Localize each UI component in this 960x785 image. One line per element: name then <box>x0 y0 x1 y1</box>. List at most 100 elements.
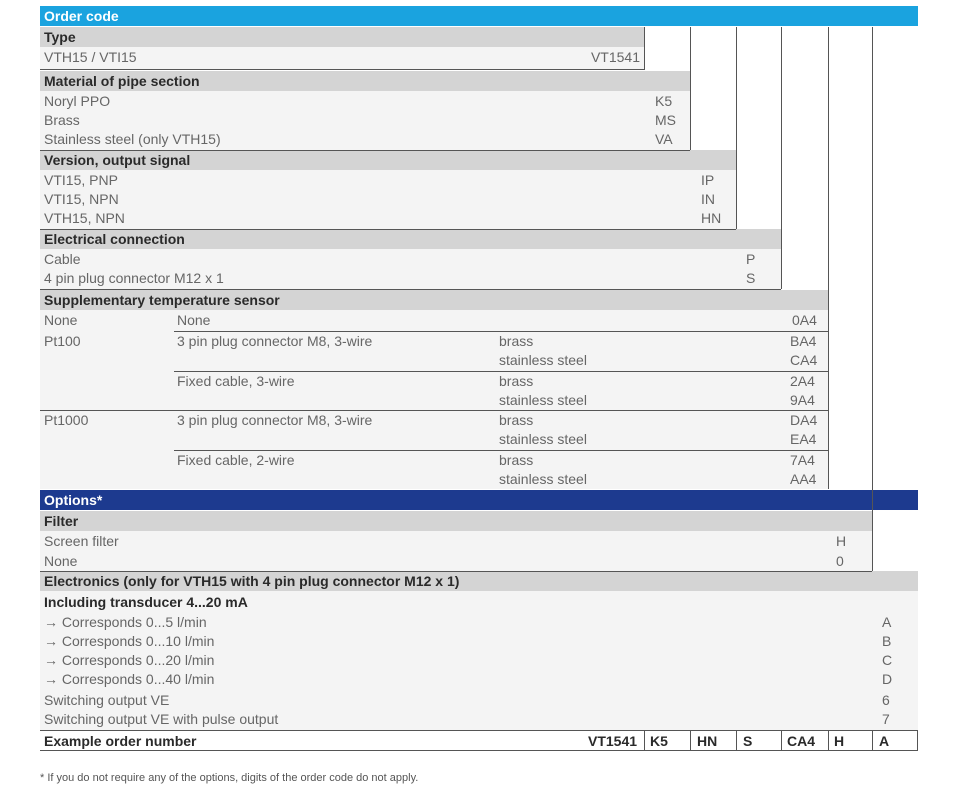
electronics-code-1: A <box>882 614 892 630</box>
version-area <box>40 170 736 229</box>
col-line-electrical <box>781 27 782 289</box>
col-line-electronics <box>917 730 918 750</box>
col-line-temp <box>828 27 829 489</box>
electronics-code-5: 6 <box>882 692 890 708</box>
pt1000-plug-connection: 3 pin plug connector M8, 3-wire <box>177 412 373 428</box>
col-line-filter <box>872 27 873 571</box>
electronics-code-4: D <box>882 671 893 687</box>
rule-example-top <box>40 730 918 731</box>
temp-none-sensor: None <box>44 312 78 328</box>
filter-section-header: Filter <box>40 511 872 531</box>
example-label: Example order number <box>44 733 197 749</box>
material-code-2: MS <box>655 112 676 128</box>
material-section-header: Material of pipe section <box>40 71 690 91</box>
pt1000-cable-code-1: 7A4 <box>790 452 815 468</box>
example-code-type: VT1541 <box>588 733 638 749</box>
version-label-3: VTH15, NPN <box>44 210 125 226</box>
pt1000-plug-code-2: EA4 <box>790 431 817 447</box>
col-line-type-ex <box>644 730 645 750</box>
pt100-cable-material-2: stainless steel <box>499 392 587 408</box>
filter-label-2: None <box>44 553 78 569</box>
col-line-version-ex <box>736 730 737 750</box>
electrical-section-header: Electrical connection <box>40 229 781 249</box>
rule-pt1000-plug-bottom <box>174 450 828 451</box>
pt1000-plug-code-1: DA4 <box>790 412 818 428</box>
version-label-1: VTI15, PNP <box>44 172 118 188</box>
temp-none-connection: None <box>177 312 211 328</box>
rule-version-bottom <box>40 229 736 230</box>
electronics-label-6: Switching output VE with pulse output <box>44 711 279 727</box>
pt1000-sensor: Pt1000 <box>44 412 89 428</box>
example-code-material: K5 <box>650 733 668 749</box>
options-header: Options* <box>40 490 918 510</box>
order-code-header: Order code <box>40 6 918 26</box>
example-code-electronics: A <box>879 733 890 749</box>
pt1000-plug-material-2: stainless steel <box>499 431 587 447</box>
col-line-material-ex <box>690 730 691 750</box>
electronics-subtitle: Including transducer 4...20 mA <box>44 594 248 610</box>
pt1000-cable-code-2: AA4 <box>790 471 817 487</box>
material-code-1: K5 <box>655 93 673 109</box>
footnote: * If you do not require any of the optio… <box>40 772 419 784</box>
electronics-label-5: Switching output VE <box>44 692 170 708</box>
pt100-plug-material-1: brass <box>499 333 534 349</box>
electronics-section-header: Electronics (only for VTH15 with 4 pin p… <box>40 571 918 591</box>
pt100-sensor: Pt100 <box>44 333 81 349</box>
pt100-cable-code-2: 9A4 <box>790 392 815 408</box>
version-section-header: Version, output signal <box>40 150 736 170</box>
pt100-cable-code-1: 2A4 <box>790 373 815 389</box>
rule-type-bottom <box>40 69 644 70</box>
temp-sensor-area <box>40 310 828 489</box>
temp-sensor-section-header: Supplementary temperature sensor <box>40 290 828 310</box>
col-line-electrical-ex <box>781 730 782 750</box>
example-code-filter: H <box>834 733 845 749</box>
example-code-electrical: S <box>743 733 753 749</box>
electronics-code-2: B <box>882 633 892 649</box>
pt100-plug-material-2: stainless steel <box>499 352 587 368</box>
rule-pt100-plug-bottom <box>174 371 828 372</box>
type-label: VTH15 / VTI15 <box>44 49 137 65</box>
filter-code-2: 0 <box>836 553 844 569</box>
example-code-version: HN <box>697 733 718 749</box>
rule-material-bottom <box>40 150 690 151</box>
material-label-3: Stainless steel (only VTH15) <box>44 131 221 147</box>
col-line-temp-ex <box>828 730 829 750</box>
col-line-version <box>736 27 737 229</box>
pt1000-plug-material-1: brass <box>499 412 534 428</box>
version-code-2: IN <box>701 191 715 207</box>
version-label-2: VTI15, NPN <box>44 191 119 207</box>
electronics-label-3: → Corresponds 0...20 l/min <box>44 652 215 668</box>
filter-code-1: H <box>836 533 847 549</box>
electronics-code-3: C <box>882 652 893 668</box>
col-line-material <box>690 27 691 150</box>
temp-none-code: 0A4 <box>792 312 817 328</box>
electrical-label-2: 4 pin plug connector M12 x 1 <box>44 270 224 286</box>
col-line-filter-ex <box>872 730 873 750</box>
rule-electrical-bottom <box>40 289 781 290</box>
pt100-plug-code-1: BA4 <box>790 333 817 349</box>
electronics-label-4: → Corresponds 0...40 l/min <box>44 671 215 687</box>
type-section-header: Type <box>40 27 644 47</box>
rule-none-row-bottom <box>174 331 828 332</box>
electronics-label-1: → Corresponds 0...5 l/min <box>44 614 207 630</box>
col-line-type <box>644 27 645 70</box>
electrical-code-1: P <box>746 251 756 267</box>
electrical-code-2: S <box>746 270 756 286</box>
material-label-2: Brass <box>44 112 80 128</box>
filter-area <box>40 531 872 571</box>
version-code-3: HN <box>701 210 722 226</box>
example-code-temp: CA4 <box>787 733 816 749</box>
rule-filter-bottom <box>40 571 872 572</box>
version-code-1: IP <box>701 172 715 188</box>
rule-example-bottom <box>40 750 918 751</box>
pt100-plug-code-2: CA4 <box>790 352 818 368</box>
filter-label-1: Screen filter <box>44 533 119 549</box>
rule-pt100-bottom <box>40 410 828 411</box>
pt1000-cable-connection: Fixed cable, 2-wire <box>177 452 295 468</box>
type-code: VT1541 <box>590 49 640 65</box>
electrical-label-1: Cable <box>44 251 81 267</box>
pt100-cable-connection: Fixed cable, 3-wire <box>177 373 295 389</box>
pt1000-cable-material-1: brass <box>499 452 534 468</box>
pt1000-cable-material-2: stainless steel <box>499 471 587 487</box>
pt100-plug-connection: 3 pin plug connector M8, 3-wire <box>177 333 373 349</box>
